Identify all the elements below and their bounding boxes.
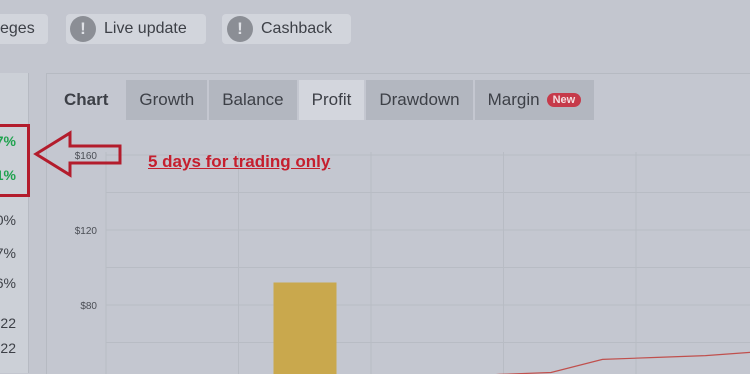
red-arrow-icon bbox=[36, 133, 120, 175]
annotation-overlay bbox=[0, 0, 750, 360]
